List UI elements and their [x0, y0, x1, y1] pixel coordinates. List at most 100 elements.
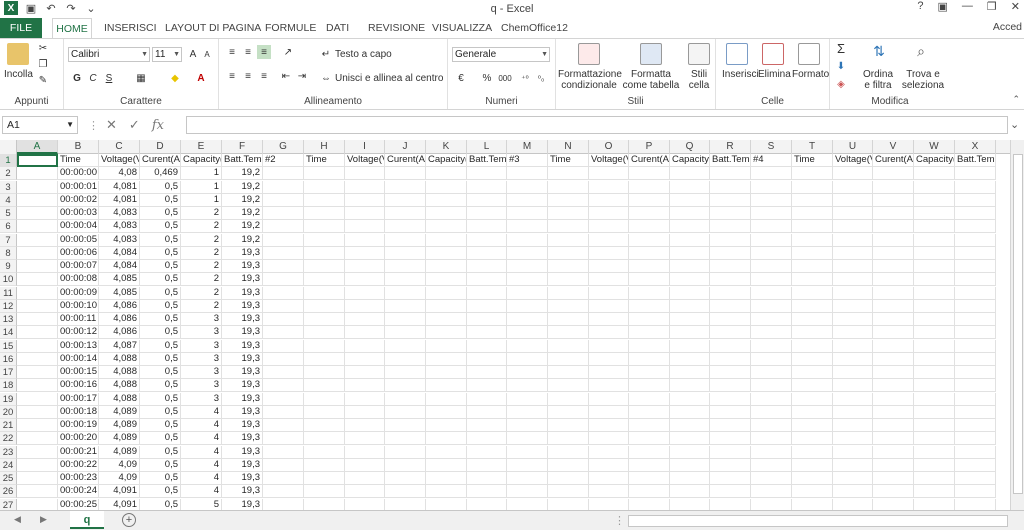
- cell-q5[interactable]: [670, 207, 710, 220]
- cell-s18[interactable]: [751, 379, 792, 393]
- cell-x10[interactable]: [955, 273, 996, 287]
- cut-icon[interactable]: ✂: [36, 41, 50, 55]
- cell-s2[interactable]: [751, 167, 792, 181]
- cell-c7[interactable]: 4,083: [99, 233, 140, 247]
- cell-p24[interactable]: [629, 458, 670, 472]
- cell-j15[interactable]: [385, 339, 426, 353]
- cell-e16[interactable]: 3: [181, 352, 222, 366]
- align-bottom-icon[interactable]: ≡: [257, 45, 271, 59]
- paste-button[interactable]: Incolla: [4, 69, 33, 80]
- column-header-t[interactable]: T: [792, 140, 833, 154]
- cell-j13[interactable]: [385, 313, 426, 326]
- next-sheet-icon[interactable]: ▶: [40, 514, 47, 525]
- row-header-23[interactable]: 23: [0, 445, 17, 459]
- cell-e2[interactable]: 1: [181, 167, 222, 181]
- cell-e5[interactable]: 2: [181, 207, 222, 220]
- cell-u9[interactable]: [833, 260, 873, 273]
- cell-w25[interactable]: [914, 472, 955, 485]
- row-header-21[interactable]: 21: [0, 419, 17, 432]
- cell-n15[interactable]: [548, 339, 589, 353]
- cell-i17[interactable]: [345, 366, 385, 379]
- cell-t19[interactable]: [792, 392, 833, 406]
- increase-decimal-icon[interactable]: ⁺⁰: [518, 71, 532, 85]
- cell-f3[interactable]: 19,2: [222, 180, 263, 194]
- cell-a16[interactable]: [17, 352, 58, 366]
- cell-s16[interactable]: [751, 352, 792, 366]
- cell-s19[interactable]: [751, 392, 792, 406]
- cell-i21[interactable]: [345, 419, 385, 432]
- cell-k1[interactable]: Capacity(mAh): [426, 154, 467, 167]
- cell-k15[interactable]: [426, 339, 467, 353]
- cell-n13[interactable]: [548, 313, 589, 326]
- cell-b6[interactable]: 00:00:04: [58, 220, 99, 234]
- cell-g21[interactable]: [263, 419, 304, 432]
- cell-n20[interactable]: [548, 405, 589, 419]
- cell-l18[interactable]: [467, 379, 507, 393]
- column-header-b[interactable]: B: [58, 140, 99, 154]
- cell-t17[interactable]: [792, 366, 833, 379]
- cell-v2[interactable]: [873, 167, 914, 181]
- cell-q12[interactable]: [670, 299, 710, 313]
- tab-review[interactable]: REVISIONE: [368, 18, 425, 38]
- cell-d24[interactable]: 0,5: [140, 458, 181, 472]
- cell-o21[interactable]: [589, 419, 629, 432]
- row-header-3[interactable]: 3: [0, 180, 17, 194]
- cell-f10[interactable]: 19,3: [222, 273, 263, 287]
- cell-o3[interactable]: [589, 180, 629, 194]
- cell-x2[interactable]: [955, 167, 996, 181]
- cell-o19[interactable]: [589, 392, 629, 406]
- cell-d5[interactable]: 0,5: [140, 207, 181, 220]
- cell-l22[interactable]: [467, 432, 507, 446]
- cell-n21[interactable]: [548, 419, 589, 432]
- cell-c11[interactable]: 4,085: [99, 286, 140, 300]
- cell-g23[interactable]: [263, 445, 304, 459]
- cell-e14[interactable]: 3: [181, 326, 222, 340]
- cell-q24[interactable]: [670, 458, 710, 472]
- cell-m24[interactable]: [507, 458, 548, 472]
- cell-q22[interactable]: [670, 432, 710, 446]
- cell-j9[interactable]: [385, 260, 426, 273]
- cell-m13[interactable]: [507, 313, 548, 326]
- cell-p7[interactable]: [629, 233, 670, 247]
- cell-q23[interactable]: [670, 445, 710, 459]
- cell-r25[interactable]: [710, 472, 751, 485]
- cell-e22[interactable]: 4: [181, 432, 222, 446]
- cell-h9[interactable]: [304, 260, 345, 273]
- cell-m20[interactable]: [507, 405, 548, 419]
- cell-i9[interactable]: [345, 260, 385, 273]
- cell-q14[interactable]: [670, 326, 710, 340]
- cell-p19[interactable]: [629, 392, 670, 406]
- cell-m17[interactable]: [507, 366, 548, 379]
- cell-v21[interactable]: [873, 419, 914, 432]
- cell-q21[interactable]: [670, 419, 710, 432]
- cell-a2[interactable]: [17, 167, 58, 181]
- cell-u15[interactable]: [833, 339, 873, 353]
- cell-l27[interactable]: [467, 498, 507, 510]
- cell-u8[interactable]: [833, 246, 873, 260]
- cell-i7[interactable]: [345, 233, 385, 247]
- column-header-v[interactable]: V: [873, 140, 914, 154]
- tab-chemoffice[interactable]: ChemOffice12: [501, 18, 568, 38]
- cell-x25[interactable]: [955, 472, 996, 485]
- decrease-decimal-icon[interactable]: ⁰₀: [534, 71, 548, 85]
- cell-b11[interactable]: 00:00:09: [58, 286, 99, 300]
- cell-b23[interactable]: 00:00:21: [58, 445, 99, 459]
- cell-n6[interactable]: [548, 220, 589, 234]
- cell-o18[interactable]: [589, 379, 629, 393]
- cell-f15[interactable]: 19,3: [222, 339, 263, 353]
- cell-i27[interactable]: [345, 498, 385, 510]
- cell-b4[interactable]: 00:00:02: [58, 193, 99, 207]
- cell-b24[interactable]: 00:00:22: [58, 458, 99, 472]
- cell-j12[interactable]: [385, 299, 426, 313]
- cell-n3[interactable]: [548, 180, 589, 194]
- cell-t7[interactable]: [792, 233, 833, 247]
- cell-a9[interactable]: [17, 260, 58, 273]
- enter-icon[interactable]: ✓: [129, 117, 140, 133]
- cell-o13[interactable]: [589, 313, 629, 326]
- cell-j14[interactable]: [385, 326, 426, 340]
- cell-m3[interactable]: [507, 180, 548, 194]
- cell-s21[interactable]: [751, 419, 792, 432]
- cell-j3[interactable]: [385, 180, 426, 194]
- cell-g7[interactable]: [263, 233, 304, 247]
- cell-q9[interactable]: [670, 260, 710, 273]
